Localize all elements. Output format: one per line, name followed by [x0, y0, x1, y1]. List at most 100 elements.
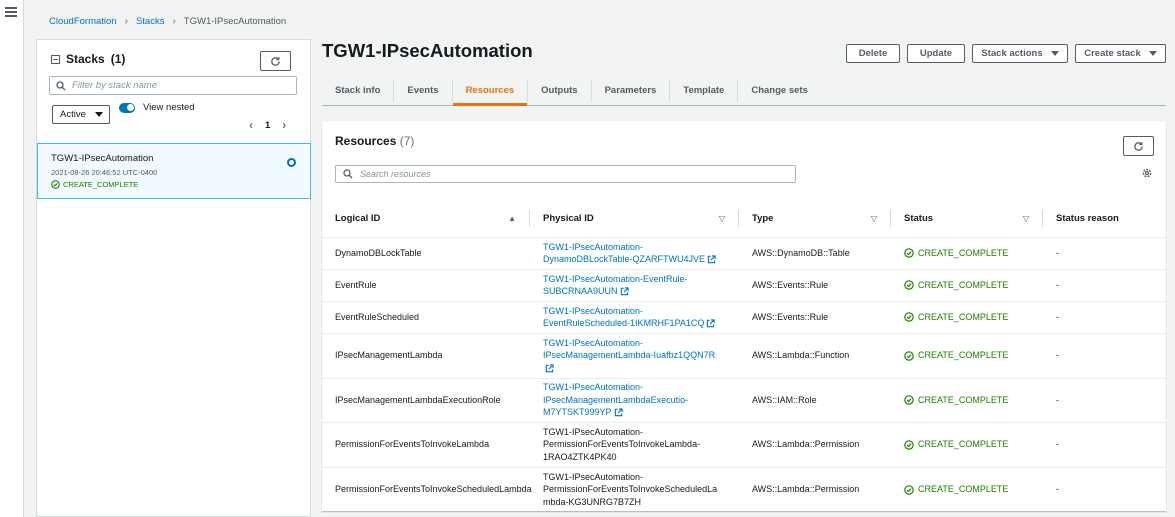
- col-logical-id[interactable]: Logical ID ▲: [322, 200, 530, 238]
- external-link-icon[interactable]: [614, 408, 623, 417]
- physical-id-cell[interactable]: TGW1-IPsecAutomation- EventRuleScheduled-…: [530, 301, 739, 334]
- stack-tabs: Stack info Events Resources Outputs Para…: [322, 76, 1166, 106]
- menu-icon[interactable]: [5, 7, 17, 17]
- table-row: EventRule TGW1-IPsecAutomation-EventRule-…: [322, 269, 1166, 302]
- table-row: PermissionForEventsToInvokeLambda TGW1-IP…: [322, 422, 1166, 468]
- stack-actions-button[interactable]: Stack actions: [972, 44, 1068, 63]
- delete-button-label: Delete: [858, 48, 888, 59]
- resources-table: Logical ID ▲ Physical ID ▽ Type ▽ Status ▽ S…: [322, 200, 1166, 511]
- resources-refresh-button[interactable]: [1123, 136, 1154, 156]
- tab-parameters[interactable]: Parameters: [592, 79, 671, 102]
- status-badge: CREATE_COMPLETE: [904, 483, 1030, 496]
- physical-id-link[interactable]: IPsecManagementLambda-Iuafbz1QQN7R: [543, 350, 715, 360]
- physical-id-link[interactable]: TGW1-IPsecAutomation-: [543, 338, 643, 348]
- sort-ascending-icon[interactable]: ▲: [508, 214, 516, 223]
- physical-id-link[interactable]: M7YTSKT999YP: [543, 407, 612, 417]
- logical-id-cell: DynamoDBLockTable: [322, 237, 530, 270]
- sort-icon[interactable]: ▽: [719, 214, 725, 223]
- col-status-reason: Status reason: [1043, 200, 1166, 238]
- external-link-icon[interactable]: [620, 287, 629, 296]
- tab-change-sets[interactable]: Change sets: [738, 79, 821, 102]
- physical-id-link[interactable]: SUBCRNAA9UUN: [543, 286, 618, 296]
- stacks-refresh-button[interactable]: [260, 51, 291, 71]
- toggle-switch[interactable]: [119, 102, 135, 113]
- status-cell: CREATE_COMPLETE: [891, 269, 1043, 302]
- status-reason-cell: -: [1043, 301, 1166, 334]
- stack-filter-input[interactable]: Filter by stack name: [49, 76, 297, 95]
- physical-id-cell[interactable]: TGW1-IPsecAutomation- DynamoDBLockTable-Q…: [530, 237, 739, 270]
- view-nested-toggle[interactable]: View nested: [119, 102, 195, 113]
- check-circle-icon: [904, 350, 914, 361]
- external-link-icon[interactable]: [706, 319, 716, 328]
- logical-id-cell: PermissionForEventsToInvokeScheduledLamb…: [322, 467, 532, 511]
- physical-id-text: PermissionForEventsToInvokeLambda-: [543, 439, 701, 450]
- stacks-pagination: ‹ 1 ›: [249, 118, 286, 132]
- physical-id-text: TGW1-IPsecAutomation-: [543, 471, 644, 482]
- check-circle-icon: [904, 484, 914, 495]
- external-link-icon[interactable]: [707, 255, 716, 264]
- logical-id-cell: IPsecManagementLambda: [322, 333, 530, 379]
- tab-template[interactable]: Template: [670, 79, 739, 102]
- resources-count: (7): [399, 134, 415, 148]
- status-badge: CREATE_COMPLETE: [904, 311, 1030, 324]
- table-row: PermissionForEventsToInvokeScheduledLamb…: [322, 467, 1166, 511]
- stack-list-item[interactable]: TGW1-IPsecAutomation 2021-08-26 20:46:52…: [37, 143, 311, 199]
- status-cell: CREATE_COMPLETE: [891, 378, 1043, 423]
- col-physical-id[interactable]: Physical ID ▽: [530, 200, 739, 238]
- physical-id-link[interactable]: IPsecManagementLambdaExecutio-: [543, 395, 688, 405]
- external-link-icon[interactable]: [545, 364, 554, 373]
- tab-events[interactable]: Events: [394, 79, 453, 102]
- breadcrumb-cloudformation[interactable]: CloudFormation: [49, 16, 117, 27]
- status-text: CREATE_COMPLETE: [918, 439, 1009, 450]
- page-number[interactable]: 1: [265, 120, 270, 131]
- breadcrumb-stacks[interactable]: Stacks: [136, 16, 165, 27]
- physical-id-link[interactable]: TGW1-IPsecAutomation-: [543, 306, 643, 316]
- physical-id-cell[interactable]: TGW1-IPsecAutomation-EventRule- SUBCRNAA9…: [530, 269, 739, 302]
- collapse-icon[interactable]: [51, 54, 60, 64]
- status-reason-cell: -: [1043, 467, 1166, 511]
- tab-outputs[interactable]: Outputs: [528, 79, 592, 102]
- table-header-row: Logical ID ▲ Physical ID ▽ Type ▽ Status ▽ S…: [322, 200, 1166, 238]
- create-stack-button[interactable]: Create stack: [1075, 44, 1166, 63]
- physical-id-cell[interactable]: TGW1-IPsecAutomation- IPsecManagementLamb…: [530, 333, 739, 379]
- status-reason-cell: -: [1043, 269, 1166, 302]
- chevron-right-icon: ›: [124, 15, 128, 27]
- col-status[interactable]: Status ▽: [891, 200, 1043, 238]
- sort-icon[interactable]: ▽: [1023, 214, 1029, 223]
- status-filter-select[interactable]: Active: [52, 105, 110, 124]
- stack-date: 2021-08-26 20:46:52 UTC-0400: [51, 168, 158, 177]
- physical-id-cell: TGW1-IPsecAutomation- PermissionForEvents…: [530, 467, 739, 511]
- col-logical-id-label: Logical ID: [335, 212, 381, 224]
- tab-stack-info[interactable]: Stack info: [322, 79, 395, 102]
- stacks-count: (1): [110, 52, 126, 66]
- sort-icon[interactable]: ▽: [871, 214, 877, 223]
- delete-button[interactable]: Delete: [846, 44, 900, 63]
- chevron-left-icon[interactable]: ‹: [249, 118, 253, 132]
- physical-id-link[interactable]: TGW1-IPsecAutomation-: [543, 242, 643, 252]
- table-row: IPsecManagementLambdaExecutionRole TGW1-I…: [322, 378, 1166, 423]
- stack-radio[interactable]: [287, 158, 296, 167]
- check-circle-icon: [904, 280, 914, 290]
- resources-search-input[interactable]: Search resources: [335, 165, 796, 183]
- stack-name: TGW1-IPsecAutomation: [51, 153, 154, 164]
- gear-icon[interactable]: [1141, 167, 1153, 179]
- status-cell: CREATE_COMPLETE: [891, 467, 1043, 511]
- physical-id-link[interactable]: DynamoDBLockTable-QZARFTWU4JVE: [543, 254, 705, 264]
- physical-id-text: mbda-KG3UNRG7B7ZH: [543, 496, 642, 507]
- type-cell: AWS::Events::Rule: [739, 301, 891, 334]
- tab-resources[interactable]: Resources: [452, 79, 529, 106]
- physical-id-cell[interactable]: TGW1-IPsecAutomation- IPsecManagementLamb…: [530, 378, 739, 423]
- status-text: CREATE_COMPLETE: [918, 279, 1009, 290]
- physical-id-link[interactable]: EventRuleScheduled-1IKMRHF1PA1CQ: [543, 318, 704, 328]
- stack-filter-placeholder: Filter by stack name: [72, 80, 157, 91]
- refresh-icon: [1134, 141, 1143, 151]
- physical-id-cell: TGW1-IPsecAutomation- PermissionForEvents…: [530, 422, 739, 468]
- chevron-right-icon[interactable]: ›: [282, 118, 286, 132]
- physical-id-link[interactable]: TGW1-IPsecAutomation-EventRule-: [543, 274, 688, 284]
- resources-title: Resources: [335, 134, 397, 148]
- type-cell: AWS::Lambda::Permission: [739, 422, 891, 468]
- physical-id-link[interactable]: TGW1-IPsecAutomation-: [543, 382, 643, 392]
- update-button[interactable]: Update: [907, 44, 965, 63]
- col-type[interactable]: Type ▽: [739, 200, 891, 238]
- status-cell: CREATE_COMPLETE: [891, 422, 1043, 468]
